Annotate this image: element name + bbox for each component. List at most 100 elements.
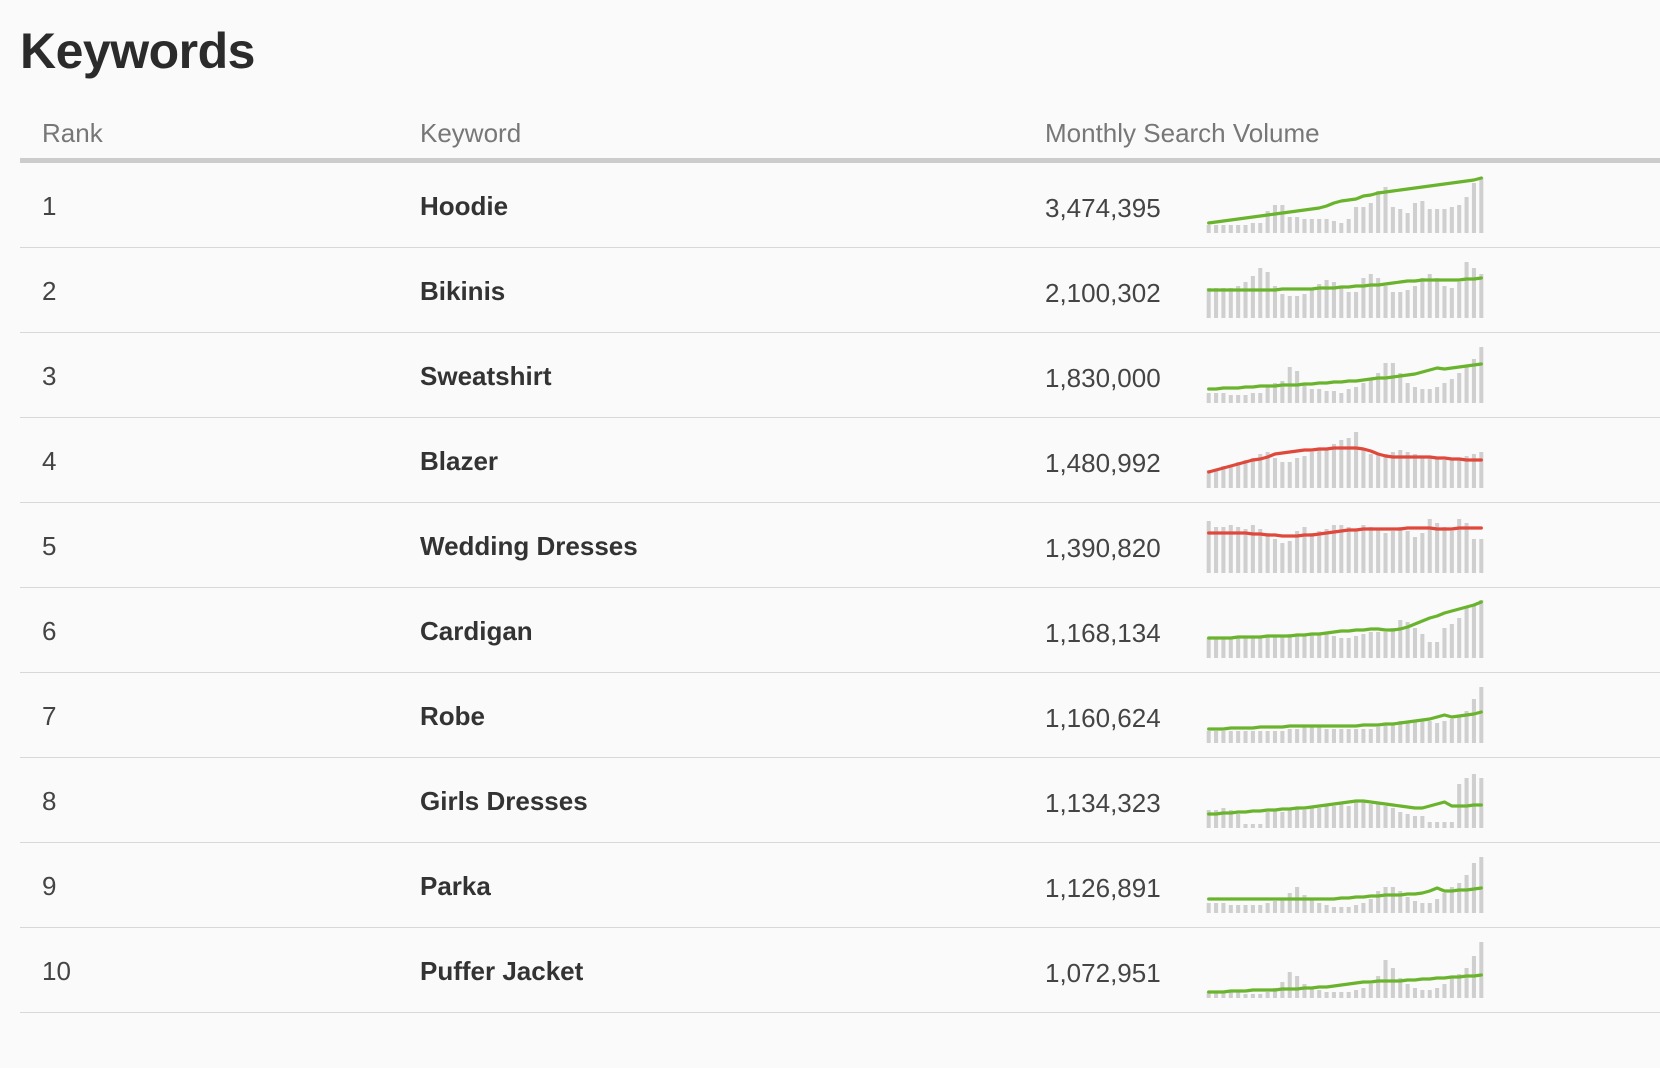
sparkline-bar [1236, 395, 1241, 403]
sparkline-bar [1376, 727, 1381, 743]
sparkline-bar [1317, 531, 1322, 573]
table-row[interactable]: 1 Hoodie 3,474,395 [20, 163, 1660, 248]
sparkline-bar [1354, 990, 1359, 998]
keyword-cell[interactable]: Robe [420, 701, 485, 732]
sparkline-bar [1331, 636, 1336, 658]
sparkline-bar [1324, 219, 1329, 233]
sparkline-bar [1258, 731, 1263, 743]
header-rank[interactable]: Rank [42, 118, 103, 149]
sparkline-bar [1427, 642, 1432, 658]
sparkline-bar [1214, 225, 1219, 233]
sparkline-bar [1236, 905, 1241, 913]
sparkline-bar [1435, 642, 1440, 658]
sparkline-bar [1228, 466, 1233, 488]
sparkline-bar [1206, 521, 1211, 573]
sparkline-bar [1435, 723, 1440, 743]
header-keyword[interactable]: Keyword [420, 118, 521, 149]
sparkline-bar [1361, 802, 1366, 828]
sparkline-bar [1479, 857, 1484, 913]
sparkline-bar [1206, 903, 1211, 913]
volume-cell: 1,480,992 [1045, 448, 1161, 478]
table-header: Rank Keyword Monthly Search Volume [20, 112, 1660, 163]
sparkline-bar [1295, 808, 1300, 828]
sparkline-bar [1295, 634, 1300, 658]
volume-cell: 3,474,395 [1045, 193, 1161, 223]
sparkline-bar [1390, 887, 1395, 913]
sparkline-bar [1265, 533, 1270, 573]
keyword-cell[interactable]: Girls Dresses [420, 786, 588, 817]
search-volume-sparkline [1206, 176, 1484, 233]
header-monthly-search-volume[interactable]: Monthly Search Volume [1045, 118, 1320, 149]
keyword-cell[interactable]: Parka [420, 871, 491, 902]
table-row[interactable]: 5 Wedding Dresses 1,390,820 [20, 503, 1660, 588]
sparkline-bar [1317, 903, 1322, 913]
volume-cell: 1,072,951 [1045, 958, 1161, 988]
sparkline-bar [1309, 727, 1314, 743]
sparkline-bar [1265, 636, 1270, 658]
sparkline-bar [1302, 810, 1307, 828]
sparkline-bar [1302, 727, 1307, 743]
sparkline-bar [1221, 808, 1226, 828]
sparkline-bar [1479, 177, 1484, 233]
sparkline-bar [1236, 814, 1241, 828]
trend-line-down [1207, 446, 1483, 474]
sparkline-bar [1354, 905, 1359, 913]
sparkline-bar [1383, 887, 1388, 913]
sparkline-bar [1280, 294, 1285, 318]
sparkline-bar [1302, 634, 1307, 658]
sparkline-bar [1221, 638, 1226, 658]
sparkline-bar [1442, 984, 1447, 998]
sparkline-bar [1390, 628, 1395, 658]
table-row[interactable]: 7 Robe 1,160,624 [20, 673, 1660, 758]
sparkline-bar [1479, 687, 1484, 743]
sparkline-bar [1390, 292, 1395, 318]
trend-line-up [1207, 276, 1483, 292]
keyword-cell[interactable]: Blazer [420, 446, 498, 477]
sparkline-bar [1287, 541, 1292, 573]
sparkline-bar [1324, 529, 1329, 573]
sparkline-bar [1435, 988, 1440, 998]
keyword-cell[interactable]: Wedding Dresses [420, 531, 638, 562]
sparkline-bar [1214, 638, 1219, 658]
sparkline-bar [1442, 822, 1447, 828]
table-row[interactable]: 4 Blazer 1,480,992 [20, 418, 1660, 503]
sparkline-bar [1287, 217, 1292, 233]
table-row[interactable]: 3 Sweatshirt 1,830,000 [20, 333, 1660, 418]
sparkline-bar [1405, 531, 1410, 573]
search-volume-sparkline [1206, 519, 1484, 573]
sparkline-bar [1295, 371, 1300, 403]
sparkline-bar [1236, 731, 1241, 743]
rank-cell: 9 [42, 871, 57, 901]
sparkline-bar [1420, 278, 1425, 318]
sparkline-bar [1405, 897, 1410, 913]
sparkline-bar [1295, 976, 1300, 998]
sparkline-bar [1420, 816, 1425, 828]
table-row[interactable]: 2 Bikinis 2,100,302 [20, 248, 1660, 333]
sparkline-bar [1435, 899, 1440, 913]
sparkline-bar [1331, 444, 1336, 488]
keyword-cell[interactable]: Hoodie [420, 191, 508, 222]
sparkline-bar [1412, 628, 1418, 658]
sparkline-bar [1287, 893, 1292, 913]
table-row[interactable]: 10 Puffer Jacket 1,072,951 [20, 928, 1660, 1013]
sparkline-bar [1324, 450, 1329, 488]
volume-cell: 1,390,820 [1045, 533, 1161, 563]
sparkline-bar [1361, 729, 1366, 743]
sparkline-bar [1206, 731, 1211, 743]
rank-cell: 2 [42, 276, 57, 306]
table-row[interactable]: 8 Girls Dresses 1,134,323 [20, 758, 1660, 843]
sparkline-bar [1346, 527, 1351, 573]
keyword-cell[interactable]: Sweatshirt [420, 361, 552, 392]
table-row[interactable]: 6 Cardigan 1,168,134 [20, 588, 1660, 673]
sparkline-bar [1383, 363, 1388, 403]
keyword-cell[interactable]: Bikinis [420, 276, 505, 307]
sparkline-bar [1442, 527, 1447, 573]
keyword-cell[interactable]: Cardigan [420, 616, 533, 647]
table-row[interactable]: 9 Parka 1,126,891 [20, 843, 1660, 928]
sparkline-bar [1390, 968, 1395, 998]
search-volume-sparkline [1206, 347, 1484, 403]
keyword-cell[interactable]: Puffer Jacket [420, 956, 583, 987]
sparkline-bar [1427, 721, 1432, 743]
sparkline-bar [1272, 539, 1278, 573]
sparkline-bar [1471, 604, 1476, 658]
